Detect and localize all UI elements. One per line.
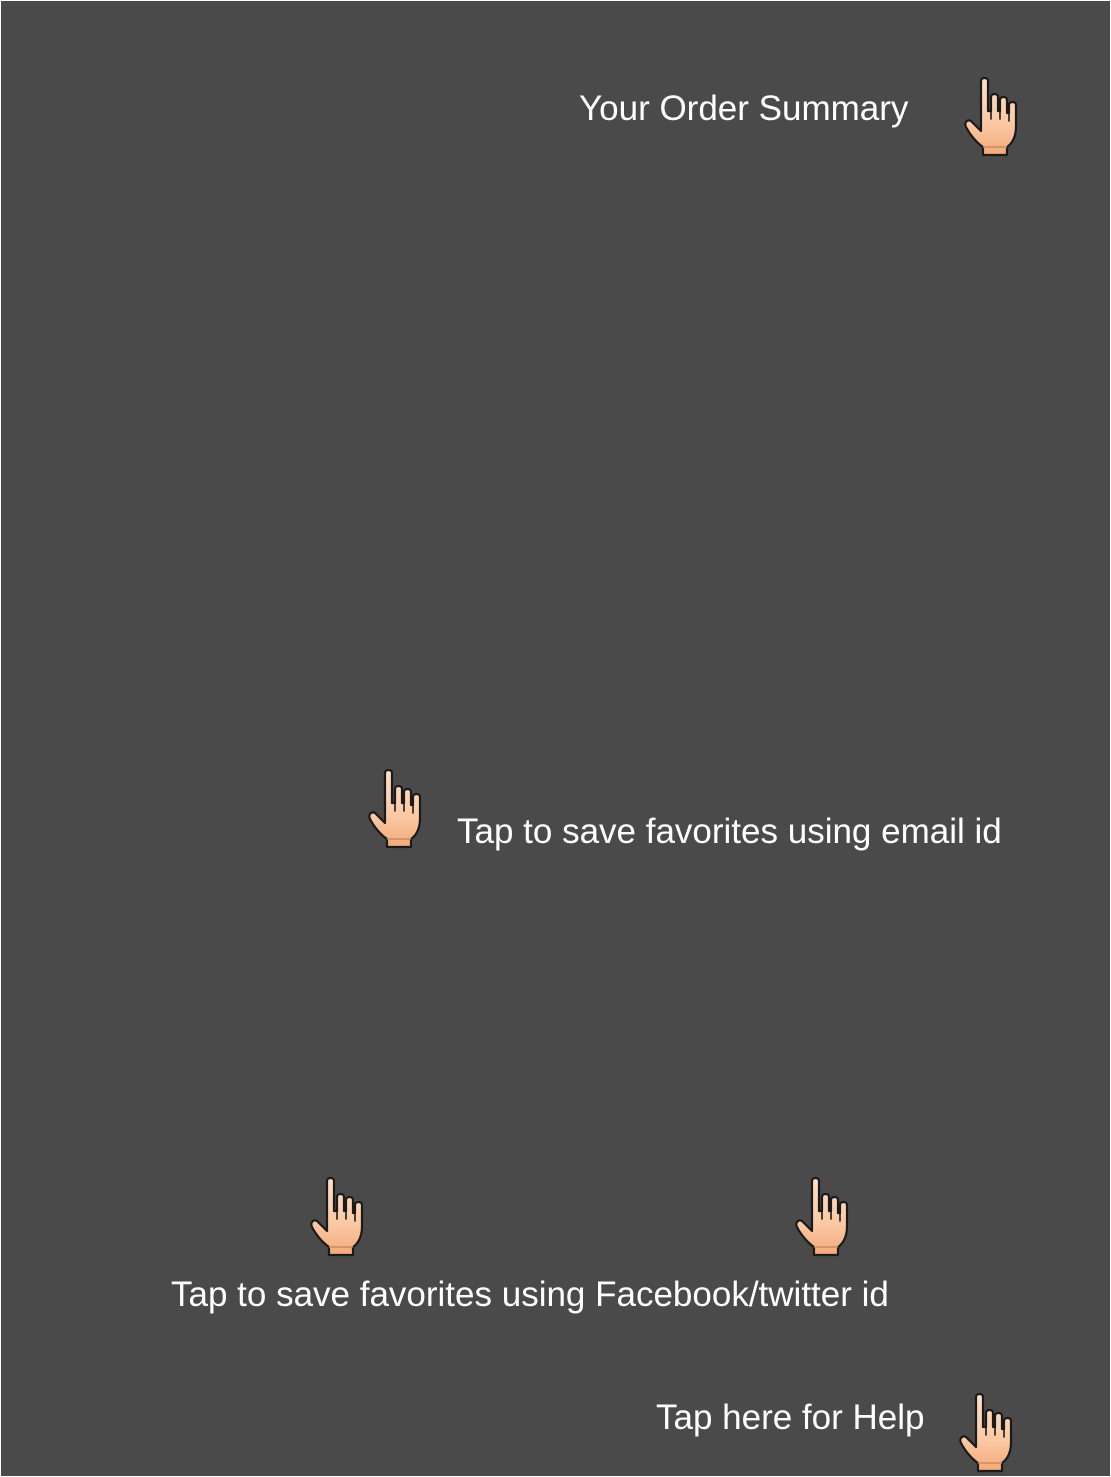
- pointing-hand-icon[interactable]: [792, 1175, 856, 1257]
- save-social-hint-label: Tap to save favorites using Facebook/twi…: [171, 1275, 889, 1314]
- pointing-hand-icon[interactable]: [961, 75, 1025, 157]
- help-overlay: Your Order Summary Tap to save favorites…: [1, 1, 1110, 1476]
- pointing-hand-icon[interactable]: [365, 767, 429, 849]
- save-email-hint-label: Tap to save favorites using email id: [457, 812, 1002, 851]
- pointing-hand-icon[interactable]: [956, 1391, 1020, 1473]
- help-hint-label: Tap here for Help: [656, 1398, 925, 1437]
- pointing-hand-icon[interactable]: [307, 1175, 371, 1257]
- order-summary-hint-label: Your Order Summary: [579, 89, 909, 128]
